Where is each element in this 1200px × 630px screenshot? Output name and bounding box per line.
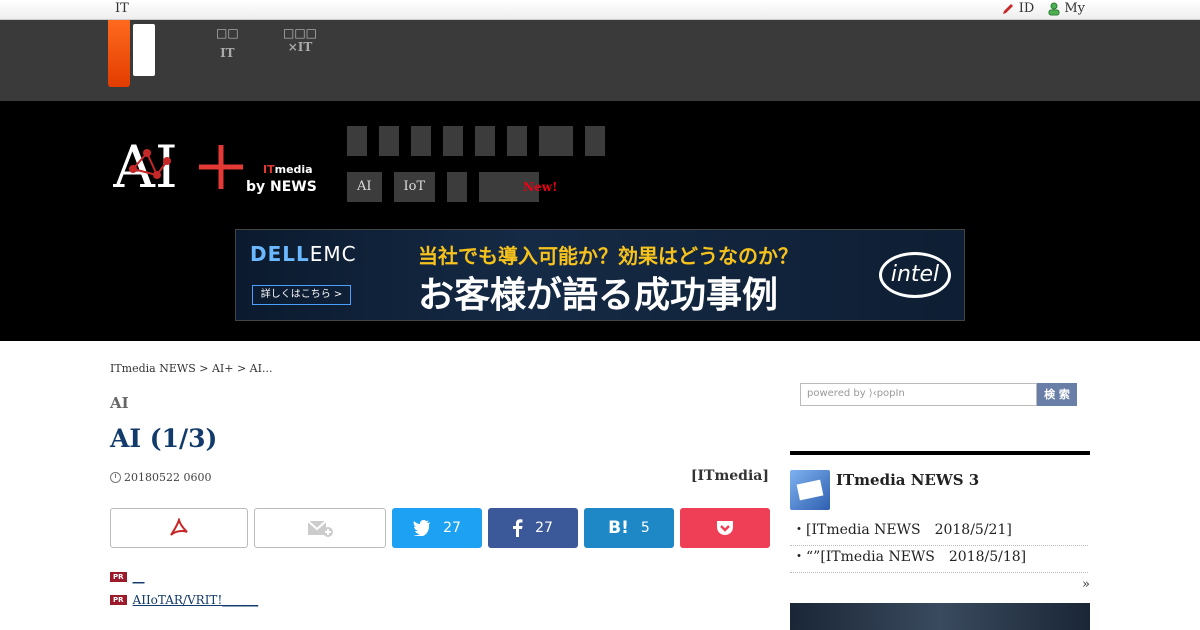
hatena-count: 5 xyxy=(640,520,650,536)
my-link[interactable]: My xyxy=(1048,1,1085,16)
category-item[interactable] xyxy=(475,126,495,156)
category-item[interactable] xyxy=(585,126,605,156)
ai-plus-logo[interactable]: AI ITmedia by NEWS xyxy=(112,131,318,201)
id-link[interactable]: ID xyxy=(1001,1,1035,16)
twitter-icon xyxy=(413,520,431,536)
pr-link-text[interactable]: __ xyxy=(133,570,145,584)
search-button[interactable]: 検 索 xyxy=(1037,383,1077,406)
pencil-icon xyxy=(1002,3,1013,14)
band-nav-item-1-line2: IT xyxy=(220,46,235,60)
twitter-count: 27 xyxy=(443,520,461,536)
band-nav-item-1-line1: □□ xyxy=(216,26,239,40)
pdf-icon xyxy=(170,518,188,536)
article-date-text: 20180522 0600 xyxy=(124,471,212,484)
ad-headline: 当社でも導入可能か？効果はどうなのか？ xyxy=(418,244,798,268)
category-item[interactable] xyxy=(379,126,399,156)
category-item[interactable] xyxy=(539,126,573,156)
category-iot[interactable]: IoT xyxy=(393,172,436,202)
pdf-button[interactable] xyxy=(110,508,248,548)
pr-link-1[interactable]: PR __ xyxy=(110,570,145,584)
intel-logo: intel xyxy=(879,252,951,298)
category-item[interactable] xyxy=(411,126,431,156)
svg-text:ITmedia: ITmedia xyxy=(263,163,313,176)
article-date: 20180522 0600 xyxy=(110,471,211,484)
sidebar-more-link[interactable]: » xyxy=(1082,577,1090,592)
band-nav-item-2-line1: □□□ xyxy=(283,26,318,40)
category-item[interactable] xyxy=(443,126,463,156)
article-category: AI xyxy=(110,394,129,412)
pr-badge: PR xyxy=(110,595,127,605)
facebook-icon xyxy=(513,519,523,537)
category-row-bottom: AI IoT New! xyxy=(347,172,605,202)
new-badge: New! xyxy=(523,180,558,194)
article-title: AI (1/3) xyxy=(110,424,218,453)
dell-emc-logo: DELLEMC xyxy=(250,242,357,266)
facebook-share-button[interactable]: 27 xyxy=(488,508,578,548)
user-icon xyxy=(1048,2,1060,15)
pr-link-text[interactable]: AIIoTAR/VRIT!______ xyxy=(133,593,259,607)
ad-banner[interactable]: DELLEMC 詳しくはこちら > 当社でも導入可能か？効果はどうなのか？ お客… xyxy=(235,229,965,321)
pocket-icon xyxy=(717,521,733,535)
article-source: [ITmedia] xyxy=(690,468,769,484)
svg-text:AI: AI xyxy=(113,133,178,197)
top-user-links: ID My xyxy=(1001,1,1085,16)
ad-more-button[interactable]: 詳しくはこちら > xyxy=(252,285,351,305)
site-header: AI ITmedia by NEWS AI IoT New! DELLEMC 詳… xyxy=(0,101,1200,341)
site-tab-white[interactable] xyxy=(133,24,155,76)
category-item[interactable] xyxy=(507,126,527,156)
category-item[interactable] xyxy=(447,172,468,202)
sidebar-heading: ITmedia NEWS 3 xyxy=(790,470,979,510)
sidebar-news-item[interactable]: ・“”[ITmedia NEWS 2018/5/18] xyxy=(790,542,1088,573)
pr-link-2[interactable]: PR AIIoTAR/VRIT!______ xyxy=(110,593,258,607)
emc-brand: EMC xyxy=(309,242,357,266)
band-nav-item-2[interactable]: □□□ ×IT xyxy=(283,26,317,54)
clock-icon xyxy=(110,472,121,483)
svg-text:by NEWS: by NEWS xyxy=(246,179,317,195)
my-link-label: My xyxy=(1064,1,1085,16)
sidebar-title[interactable]: ITmedia NEWS 3 xyxy=(836,471,979,489)
site-nav-band: □□ IT □□□ ×IT xyxy=(0,20,1200,101)
hatena-bookmark-button[interactable]: B! 5 xyxy=(584,508,674,548)
band-nav-item-1[interactable]: □□ IT xyxy=(216,26,239,60)
mail-plus-icon xyxy=(307,520,333,537)
band-nav-item-2-line2: ×IT xyxy=(287,40,313,54)
sidebar-divider xyxy=(790,451,1090,455)
top-utility-bar: IT ID My xyxy=(0,0,1200,20)
category-item[interactable] xyxy=(347,126,367,156)
breadcrumb[interactable]: ITmedia NEWS > AI+ > AI... xyxy=(110,362,272,375)
top-site-label[interactable]: IT xyxy=(115,1,129,16)
mail-button[interactable] xyxy=(254,508,386,548)
pocket-button[interactable] xyxy=(680,508,770,548)
category-nav: AI IoT New! xyxy=(347,126,605,202)
hatena-icon: B! xyxy=(608,518,629,538)
facebook-count: 27 xyxy=(535,520,553,536)
site-tab-orange[interactable] xyxy=(108,20,130,87)
dell-brand: DELL xyxy=(250,242,310,266)
ad-title: お客様が語る成功事例 xyxy=(418,275,779,316)
pr-badge: PR xyxy=(110,572,127,582)
mail-icon xyxy=(790,470,830,510)
sidebar-image[interactable] xyxy=(790,603,1090,630)
twitter-share-button[interactable]: 27 xyxy=(392,508,482,548)
category-row-top xyxy=(347,126,605,156)
site-search: powered by ⟩‹popIn 検 索 xyxy=(800,383,1077,406)
id-link-label: ID xyxy=(1018,1,1035,16)
search-input[interactable]: powered by ⟩‹popIn xyxy=(800,383,1037,406)
category-new[interactable]: New! xyxy=(479,172,557,202)
category-ai[interactable]: AI xyxy=(347,172,382,202)
